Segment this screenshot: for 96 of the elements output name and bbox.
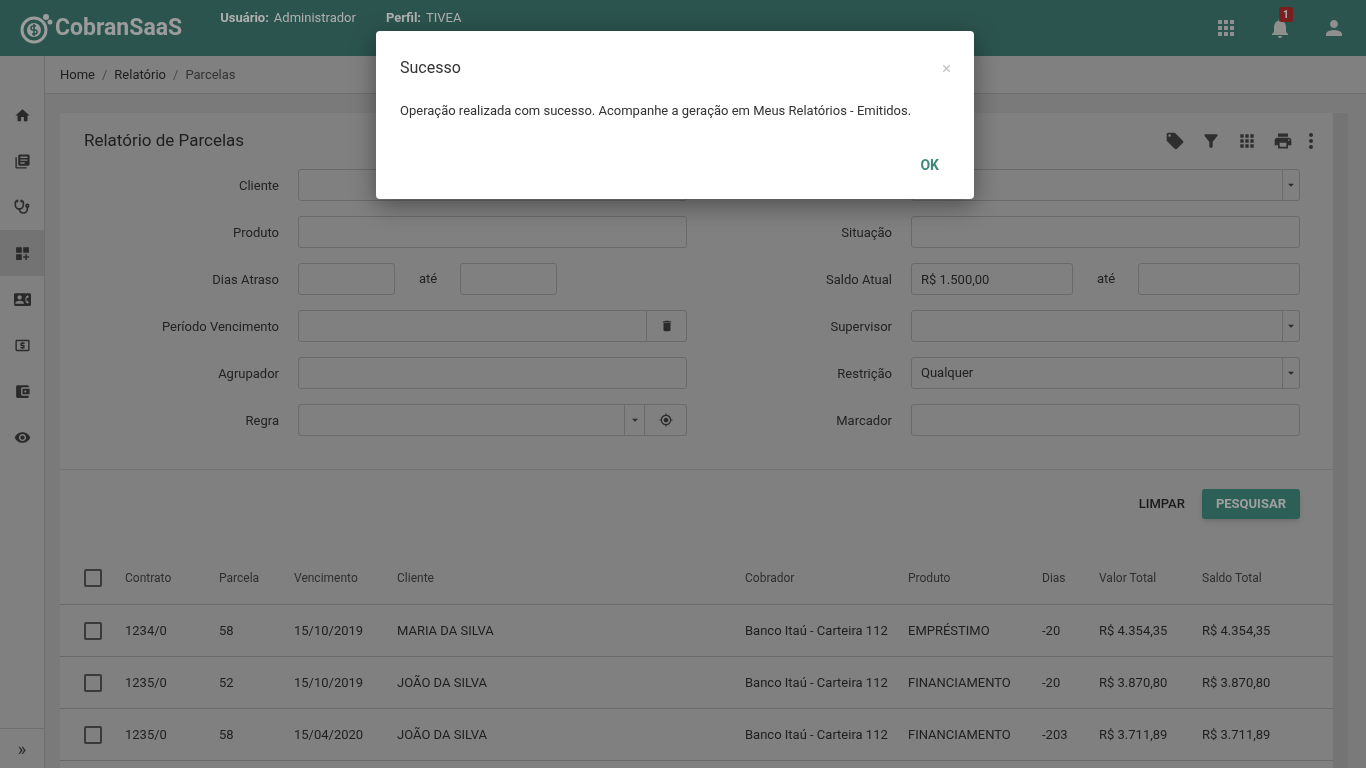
- column-header: Saldo Total: [1202, 571, 1262, 585]
- column-header: Valor Total: [1099, 571, 1157, 585]
- select-field[interactable]: Qualquer: [911, 357, 1300, 389]
- wallet-icon: [13, 382, 31, 400]
- table-cell: FINANCIAMENTO: [908, 726, 1011, 742]
- breadcrumb-link[interactable]: Home: [60, 64, 95, 85]
- table-cell: 15/04/2020: [294, 726, 364, 742]
- checkbox[interactable]: [84, 725, 102, 744]
- field-label: Produto: [233, 225, 279, 240]
- table-cell: Banco Itaú - Carteira 112: [745, 622, 888, 638]
- more-icon: [1309, 133, 1313, 149]
- column-header: Cobrador: [745, 571, 795, 585]
- select-field[interactable]: [298, 404, 645, 436]
- table-cell: -203: [1042, 726, 1068, 742]
- column-header: Cliente: [397, 571, 434, 585]
- breadcrumb-separator: /: [102, 65, 108, 84]
- select-field[interactable]: [911, 310, 1300, 342]
- field-label: Agrupador: [218, 366, 279, 381]
- checkbox[interactable]: [84, 673, 102, 692]
- print-icon: [1273, 131, 1293, 151]
- text-field[interactable]: [298, 216, 687, 248]
- table-cell: R$ 3.711,89: [1202, 726, 1271, 742]
- dashboard-icon: [13, 244, 31, 262]
- field-label: Supervisor: [830, 319, 892, 334]
- table-cell: JOÃO DA SILVA: [397, 674, 488, 690]
- field-label: Regra: [245, 413, 279, 428]
- table-cell: JOÃO DA SILVA: [397, 726, 488, 742]
- print-button[interactable]: [1273, 131, 1293, 151]
- sidebar-item[interactable]: [0, 230, 44, 276]
- column-header: Dias: [1042, 571, 1066, 585]
- table-cell: 1235/0: [125, 726, 167, 742]
- range-separator: até: [1097, 270, 1117, 289]
- field-label: Situação: [841, 225, 892, 240]
- text-field[interactable]: [911, 216, 1300, 248]
- field-label: Saldo Atual: [826, 272, 892, 287]
- column-header: Vencimento: [294, 571, 358, 585]
- field-label: Marcador: [836, 413, 892, 428]
- tag-icon: [1165, 131, 1185, 151]
- clear-button[interactable]: LIMPAR: [1138, 487, 1185, 520]
- brand-name: CobranSaaS: [55, 12, 183, 43]
- target-icon: [658, 413, 673, 427]
- table-cell: R$ 3.870,80: [1099, 674, 1168, 690]
- range-separator: até: [419, 270, 439, 289]
- profile-name: TIVEA: [426, 10, 462, 26]
- column-header: Contrato: [125, 571, 172, 585]
- table-cell: FINANCIAMENTO: [908, 674, 1011, 690]
- table-cell: R$ 4.354,35: [1099, 622, 1168, 638]
- breadcrumb-separator: /: [173, 65, 179, 84]
- table-cell: R$ 3.870,80: [1202, 674, 1271, 690]
- table-cell: R$ 3.711,89: [1099, 726, 1168, 742]
- breadcrumb-current: Parcelas: [185, 65, 236, 84]
- table-cell: 15/10/2019: [294, 622, 364, 638]
- user-name: Administrador: [273, 10, 356, 26]
- profile-label: Perfil:: [385, 10, 422, 26]
- from-field[interactable]: R$ 1.500,00: [911, 263, 1073, 295]
- table-cell: Banco Itaú - Carteira 112: [745, 674, 888, 690]
- table-cell: 15/10/2019: [294, 674, 364, 690]
- table-cell: EMPRÉSTIMO: [908, 622, 990, 638]
- table-cell: 58: [219, 726, 234, 742]
- contact-card-icon: [13, 290, 31, 308]
- table-cell: 1234/0: [125, 622, 167, 638]
- tag-button[interactable]: [1165, 131, 1185, 151]
- search-button[interactable]: PESQUISAR: [1201, 488, 1300, 519]
- column-header: Parcela: [219, 571, 260, 585]
- logo-icon: [20, 12, 54, 44]
- stethoscope-icon: [14, 199, 30, 215]
- table-cell: MARIA DA SILVA: [397, 622, 494, 638]
- more-button[interactable]: [1309, 133, 1313, 149]
- books-icon: [13, 152, 31, 170]
- clear-date-button[interactable]: [647, 310, 687, 342]
- ok-button[interactable]: OK: [912, 153, 947, 178]
- target-button[interactable]: [645, 404, 687, 436]
- table-cell: R$ 4.354,35: [1202, 622, 1271, 638]
- field-label: Período Vencimento: [161, 319, 279, 334]
- field-label: Dias Atraso: [212, 272, 279, 287]
- notification-badge: 1: [1279, 7, 1293, 22]
- table-cell: 52: [219, 674, 234, 690]
- table-cell: -20: [1042, 622, 1061, 638]
- columns-button[interactable]: [1237, 131, 1257, 151]
- column-header: Produto: [908, 571, 951, 585]
- dialog-title: Sucesso: [400, 57, 461, 79]
- field-label: Restrição: [837, 366, 892, 381]
- checkbox[interactable]: [84, 621, 102, 640]
- dialog-message: Operação realizada com sucesso. Acompanhe a geração em Meus Relatórios - Emitidos.: [399, 102, 913, 120]
- table-cell: Banco Itaú - Carteira 112: [745, 726, 888, 742]
- checkbox[interactable]: [84, 569, 102, 587]
- table-cell: -20: [1042, 674, 1061, 690]
- field-label: Cliente: [239, 178, 279, 193]
- breadcrumb-link[interactable]: Relatório: [114, 64, 167, 85]
- expand-sidebar-button[interactable]: »: [17, 739, 27, 758]
- card-title: Relatório de Parcelas: [84, 129, 245, 153]
- table-cell: 58: [219, 622, 234, 638]
- home-icon: [13, 106, 31, 124]
- table-cell: 1235/0: [125, 674, 167, 690]
- user-label: Usuário:: [220, 10, 269, 26]
- grid-icon: [1237, 131, 1257, 151]
